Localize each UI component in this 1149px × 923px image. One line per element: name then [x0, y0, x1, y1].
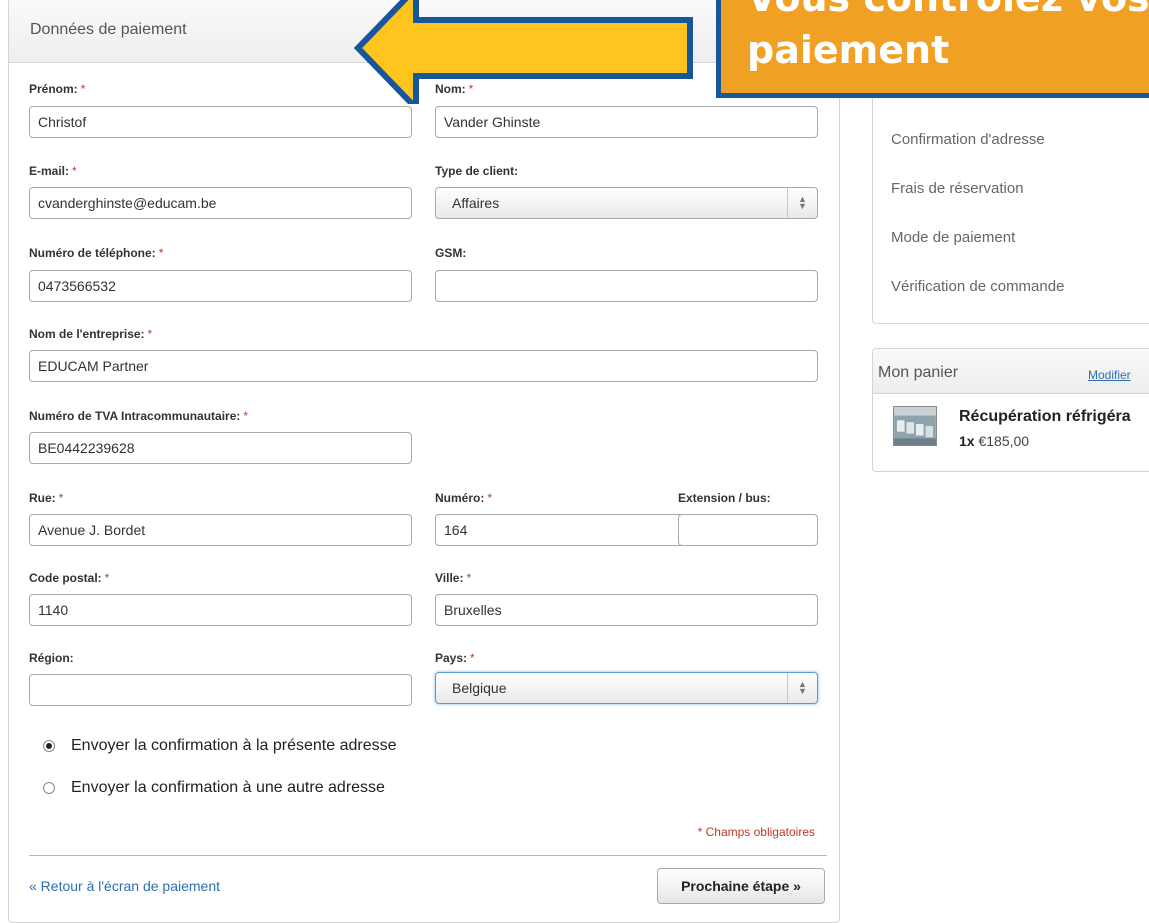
panel-title: Données de paiement — [30, 21, 187, 38]
country-value: Belgique — [452, 680, 507, 696]
country-label: Pays: * — [435, 651, 475, 665]
email-label: E-mail: * — [29, 164, 77, 178]
confirm-other-address-label: Envoyer la confirmation à une autre adre… — [71, 779, 385, 796]
email-input[interactable] — [29, 187, 412, 219]
city-label: Ville: * — [435, 571, 472, 585]
postal-code-label: Code postal: * — [29, 571, 110, 585]
gsm-input[interactable] — [435, 270, 818, 302]
client-type-select[interactable]: Affaires ▲ ▼ — [435, 187, 818, 219]
vat-input[interactable] — [29, 432, 412, 464]
street-label: Rue: * — [29, 491, 64, 505]
radio-selected-icon[interactable] — [43, 740, 55, 752]
country-select[interactable]: Belgique ▲ ▼ — [435, 672, 818, 704]
confirm-other-address-option[interactable]: Envoyer la confirmation à une autre adre… — [43, 779, 385, 797]
gsm-label: GSM: — [435, 246, 467, 260]
back-to-payment-link[interactable]: « Retour à l'écran de paiement — [29, 878, 220, 894]
nom-input[interactable] — [435, 106, 818, 138]
region-input[interactable] — [29, 674, 412, 706]
cart-header: Mon panier Modifier — [873, 349, 1149, 394]
footer-divider — [29, 855, 827, 856]
select-arrows-icon: ▲ ▼ — [787, 673, 817, 703]
checkout-steps-box: Confirmation d'adresse Frais de réservat… — [872, 60, 1149, 324]
step-order-review[interactable]: Vérification de commande — [891, 278, 1064, 295]
vat-label: Numéro de TVA Intracommunautaire: * — [29, 409, 249, 423]
extension-input[interactable] — [678, 514, 818, 546]
client-type-label: Type de client: — [435, 164, 519, 178]
required-fields-note: * Champs obligatoires — [697, 825, 815, 839]
annotation-callout: Vous contrôlez vos dpaiement — [716, 0, 1149, 98]
annotation-text: Vous contrôlez vos dpaiement — [747, 0, 1149, 72]
prenom-input[interactable] — [29, 106, 412, 138]
cart-edit-link[interactable]: Modifier — [1088, 368, 1131, 382]
city-input[interactable] — [435, 594, 818, 626]
cart-title: Mon panier — [878, 364, 959, 381]
client-type-value: Affaires — [452, 195, 500, 211]
extension-label: Extension / bus: — [678, 491, 771, 505]
payment-data-panel: Données de paiement Prénom:* Nom:* E-mai… — [8, 0, 840, 923]
postal-code-input[interactable] — [29, 594, 412, 626]
phone-input[interactable] — [29, 270, 412, 302]
step-payment-method[interactable]: Mode de paiement — [891, 229, 1015, 246]
cart-item-price: 1x €185,00 — [959, 433, 1030, 449]
confirm-present-address-option[interactable]: Envoyer la confirmation à la présente ad… — [43, 737, 397, 755]
confirm-present-address-label: Envoyer la confirmation à la présente ad… — [71, 737, 397, 754]
left-arrow-annotation — [353, 0, 693, 104]
next-step-button[interactable]: Prochaine étape » — [657, 868, 825, 904]
street-input[interactable] — [29, 514, 412, 546]
company-input[interactable] — [29, 350, 818, 382]
step-address-confirmation[interactable]: Confirmation d'adresse — [891, 131, 1045, 148]
prenom-label: Prénom: * — [29, 82, 86, 96]
radio-unselected-icon[interactable] — [43, 782, 55, 794]
step-booking-fees[interactable]: Frais de réservation — [891, 180, 1024, 197]
cart-item-name: Récupération réfrigéra — [959, 408, 1131, 425]
cart-box: Mon panier Modifier Récupération réfrigé… — [872, 348, 1149, 472]
product-thumbnail — [893, 406, 937, 446]
house-number-input[interactable] — [435, 514, 693, 546]
region-label: Région: — [29, 651, 74, 665]
phone-label: Numéro de téléphone: * — [29, 246, 164, 260]
select-arrows-icon: ▲ ▼ — [787, 188, 817, 218]
company-label: Nom de l'entreprise: * — [29, 327, 153, 341]
house-number-label: Numéro: * — [435, 491, 493, 505]
